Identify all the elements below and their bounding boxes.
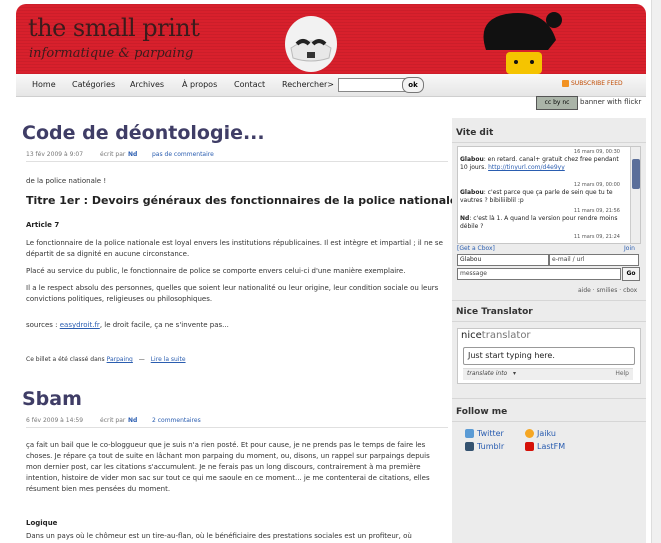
post-article-heading: Article 7 xyxy=(26,221,60,229)
nav-archives[interactable]: Archives xyxy=(130,80,164,89)
lastfm-icon[interactable] xyxy=(525,442,534,451)
chat-time: 11 mars 09, 21:56 xyxy=(573,208,620,214)
chat-time: 12 mars 09, 00:00 xyxy=(573,182,620,188)
follow-jaiku-link[interactable]: Jaiku xyxy=(537,429,556,438)
lego-figure-image xyxy=(483,12,562,74)
translator-help-link[interactable]: Help xyxy=(615,370,629,377)
sources-suffix: , le droit facile, ça ne s'invente pas..… xyxy=(99,321,229,329)
translator-input[interactable]: Just start typing here. xyxy=(463,347,635,365)
page: the small print informatique & parpaing … xyxy=(0,0,661,543)
divider xyxy=(452,300,646,301)
sources-prefix: sources : xyxy=(26,321,58,329)
chat-text: c'est là 1. A quand la version pour rend… xyxy=(460,215,618,230)
chat-email-field[interactable]: e-mail / url xyxy=(549,254,639,266)
site-tagline: informatique & parpaing xyxy=(29,46,194,61)
post-date: 13 fév 2009 à 9:07 xyxy=(26,151,84,158)
post-subheading: Logique xyxy=(26,519,58,527)
join-link[interactable]: Join xyxy=(624,245,635,252)
chat-entry: Glabou: en retard. canal+ gratuit chez f… xyxy=(460,156,619,171)
classed-prefix: Ce billet a été classé dans xyxy=(26,356,105,363)
divider xyxy=(452,321,646,322)
follow-title: Follow me xyxy=(456,407,508,417)
chat-author: Glabou xyxy=(460,156,484,163)
post-author-prefix: écrit par xyxy=(100,417,126,424)
divider xyxy=(452,421,646,422)
post-paragraph: Dans un pays où le chômeur est un tire-a… xyxy=(26,532,412,540)
post-title[interactable]: Sbam xyxy=(22,388,82,410)
get-cbox-link[interactable]: [Get a Cbox] xyxy=(457,245,495,252)
nav-search-label: Rechercher> xyxy=(282,80,335,89)
vite-dit-title: Vite dit xyxy=(456,128,494,138)
header-banner: the small print informatique & parpaing xyxy=(16,4,646,74)
post-paragraph: ça fait un bail que le co-bloggueur que … xyxy=(26,441,430,493)
post-author-link[interactable]: Nd xyxy=(128,151,137,158)
nav-home[interactable]: Home xyxy=(32,80,56,89)
post-title[interactable]: Code de déontologie... xyxy=(22,122,265,144)
rss-icon[interactable] xyxy=(562,80,569,87)
tumblr-icon[interactable] xyxy=(465,442,474,451)
post-author-prefix: écrit par xyxy=(100,151,126,158)
sidebar: Vite dit 16 mars 09, 00:30 Glabou: en re… xyxy=(452,118,646,543)
read-more-link[interactable]: Lire la suite xyxy=(151,356,186,363)
footer-separator: — xyxy=(138,356,145,363)
chat-footer-links[interactable]: aide · smilies · cbox xyxy=(578,287,637,294)
chat-entry: Nd: c'est là 1. A quand la version pour … xyxy=(460,215,618,230)
translator-title: Nice Translator xyxy=(456,307,533,317)
post-subtitle: Titre 1er : Devoirs généraux des fonctio… xyxy=(26,194,458,207)
site-title[interactable]: the small print xyxy=(28,14,200,42)
chat-time: 11 mars 09, 21:24 xyxy=(573,234,620,240)
nav-categories[interactable]: Catégories xyxy=(72,80,115,89)
post-sources: sources : easydroit.fr, le droit facile,… xyxy=(26,320,444,331)
chat-name-field[interactable]: Glabou xyxy=(457,254,549,266)
follow-lastfm-link[interactable]: LastFM xyxy=(537,442,565,451)
search-ok-button[interactable]: ok xyxy=(402,77,424,93)
post-paragraph: Placé au service du public, le fonctionn… xyxy=(26,267,406,275)
translator-logo: nicetranslator xyxy=(461,330,531,341)
follow-twitter-link[interactable]: Twitter xyxy=(477,429,504,438)
jaiku-icon[interactable] xyxy=(525,429,534,438)
post-paragraph: Le fonctionnaire de la police nationale … xyxy=(26,239,443,258)
chat-go-button[interactable]: Go xyxy=(622,267,640,281)
post-intro: de la police nationale ! xyxy=(26,177,107,185)
chat-scroll-thumb[interactable] xyxy=(632,159,640,189)
post-author-link[interactable]: Nd xyxy=(128,417,137,424)
divider xyxy=(452,398,646,399)
banner-credit-text: banner with flickr xyxy=(580,98,642,106)
chat-message-field[interactable]: message xyxy=(457,268,621,280)
nav-about[interactable]: À propos xyxy=(182,80,217,89)
post-comments-link[interactable]: 2 commentaires xyxy=(152,417,201,424)
nav-contact[interactable]: Contact xyxy=(234,80,265,89)
chat-link[interactable]: http://tinyurl.com/d4e9yy xyxy=(488,164,565,171)
page-scrollbar[interactable] xyxy=(651,0,661,543)
divider xyxy=(452,142,646,143)
chat-entry: Glabou: c'est parce que ça parle de sein… xyxy=(460,189,613,204)
chat-time: 16 mars 09, 00:30 xyxy=(573,149,620,155)
chat-author: Nd xyxy=(460,215,470,222)
post-meta: 13 fév 2009 à 9:07 écrit par Nd pas de c… xyxy=(26,150,448,162)
twitter-icon[interactable] xyxy=(465,429,474,438)
translator-widget: nicetranslator Just start typing here. t… xyxy=(457,328,641,384)
chat-box[interactable]: 16 mars 09, 00:30 Glabou: en retard. can… xyxy=(457,146,641,244)
follow-tumblr-link[interactable]: Tumblr xyxy=(477,442,504,451)
chevron-down-icon[interactable]: ▾ xyxy=(513,370,516,377)
chat-author: Glabou xyxy=(460,189,484,196)
chat-scrollbar[interactable] xyxy=(630,147,640,243)
stormtrooper-figure-image xyxy=(285,16,337,72)
translator-logo-part: nice xyxy=(461,330,482,341)
category-link[interactable]: Parpaing xyxy=(107,356,133,363)
subscribe-feed-link[interactable]: SUBSCRIBE FEED xyxy=(571,80,623,87)
search-input[interactable] xyxy=(338,78,406,92)
sources-link[interactable]: easydroit.fr xyxy=(60,321,100,329)
post-comments-link[interactable]: pas de commentaire xyxy=(152,151,214,158)
post-meta: 6 fév 2009 à 14:59 écrit par Nd 2 commen… xyxy=(26,416,448,428)
translator-logo-part: translator xyxy=(481,330,531,341)
creative-commons-badge[interactable]: cc by nc xyxy=(536,96,578,110)
nav-bar: Home Catégories Archives À propos Contac… xyxy=(16,74,646,97)
post-date: 6 fév 2009 à 14:59 xyxy=(26,417,84,424)
translate-into-select[interactable]: translate into xyxy=(467,370,507,377)
post-paragraph: Il a le respect absolu des personnes, qu… xyxy=(26,284,439,303)
translator-bar: translate into ▾ Help xyxy=(463,368,633,380)
post-footer: Ce billet a été classé dans Parpaing — L… xyxy=(26,354,444,365)
